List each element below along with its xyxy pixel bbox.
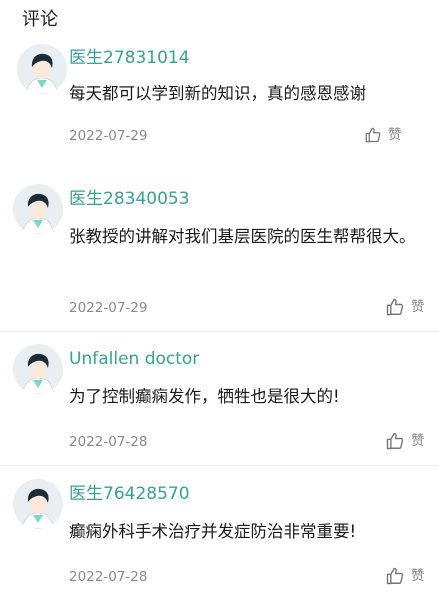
like-button[interactable]: 赞 xyxy=(385,297,425,317)
comment-username[interactable]: Unfallen doctor xyxy=(69,348,199,370)
comment-text: 张教授的讲解对我们基层医院的医生帮帮很大。 xyxy=(69,227,416,246)
comment-username[interactable]: 医生27831014 xyxy=(69,47,190,69)
like-button[interactable]: 赞 xyxy=(364,126,402,144)
like-label: 赞 xyxy=(411,568,425,584)
divider xyxy=(0,465,439,466)
thumbs-up-icon xyxy=(386,567,404,585)
like-button[interactable]: 赞 xyxy=(385,566,425,586)
comment-date: 2022-07-29 xyxy=(69,300,148,316)
avatar[interactable] xyxy=(13,184,63,234)
thumbs-up-icon xyxy=(386,298,404,316)
comment-text: 癫痫外科手术治疗并发症防治非常重要! xyxy=(69,522,357,541)
doctor-avatar-icon xyxy=(13,344,63,394)
avatar[interactable] xyxy=(13,479,63,529)
comment-date: 2022-07-28 xyxy=(69,434,148,450)
divider xyxy=(0,331,439,332)
comment-date: 2022-07-28 xyxy=(69,569,148,585)
comment-text: 每天都可以学到新的知识，真的感恩感谢 xyxy=(69,84,366,103)
doctor-avatar-icon xyxy=(13,184,63,234)
doctor-avatar-icon xyxy=(13,479,63,529)
comment-text: 为了控制癫痫发作，牺牲也是很大的! xyxy=(69,387,340,406)
like-label: 赞 xyxy=(411,433,425,449)
like-button[interactable]: 赞 xyxy=(385,431,425,451)
avatar[interactable] xyxy=(17,44,67,94)
comment-date: 2022-07-29 xyxy=(69,128,148,144)
comments-section-title: 评论 xyxy=(22,9,58,30)
comment-username[interactable]: 医生76428570 xyxy=(69,483,190,505)
doctor-avatar-icon xyxy=(17,44,67,94)
avatar[interactable] xyxy=(13,344,63,394)
thumbs-up-icon xyxy=(365,127,381,143)
comment-username[interactable]: 医生28340053 xyxy=(69,188,190,210)
like-label: 赞 xyxy=(388,127,402,143)
thumbs-up-icon xyxy=(386,432,404,450)
like-label: 赞 xyxy=(411,299,425,315)
